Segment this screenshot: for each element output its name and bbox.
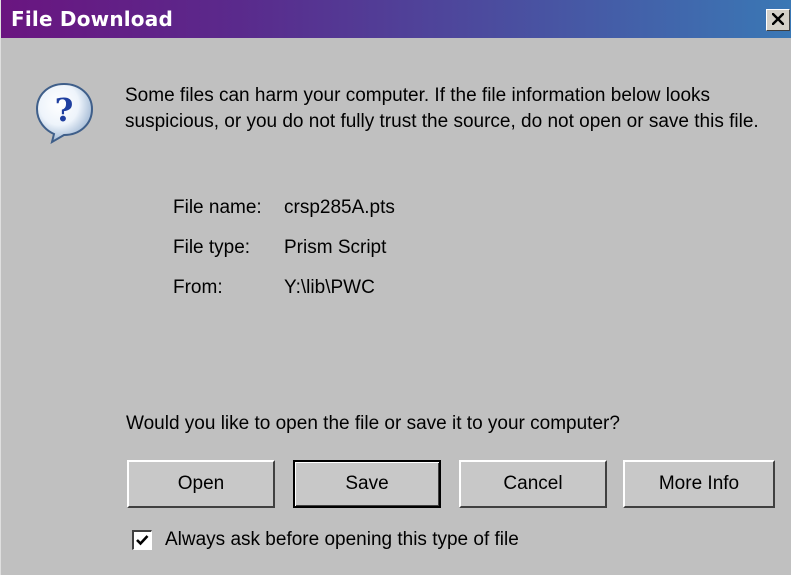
file-type-label: File type:	[173, 237, 251, 258]
open-button[interactable]: Open	[127, 460, 275, 508]
always-ask-label[interactable]: Always ask before opening this type of f…	[165, 527, 519, 553]
title-bar: File Download	[1, 0, 791, 38]
close-button[interactable]	[766, 9, 790, 31]
more-info-button[interactable]: More Info	[623, 460, 775, 508]
question-icon: ?	[34, 80, 98, 145]
checkmark-icon	[136, 535, 149, 546]
always-ask-checkbox[interactable]	[132, 530, 152, 550]
cancel-button[interactable]: Cancel	[459, 460, 607, 508]
warning-message: Some files can harm your computer. If th…	[125, 85, 759, 132]
from-value: Y:\lib\PWC	[284, 277, 375, 298]
dialog-title: File Download	[11, 7, 173, 31]
from-label: From:	[173, 277, 223, 298]
file-name-value: crsp285A.pts	[284, 197, 395, 218]
file-name-label: File name:	[173, 197, 262, 218]
close-icon	[771, 10, 785, 29]
svg-text:?: ?	[55, 91, 74, 129]
download-prompt: Would you like to open the file or save …	[126, 413, 620, 434]
file-type-value: Prism Script	[284, 237, 387, 258]
save-button[interactable]: Save	[293, 460, 441, 508]
file-download-dialog: File Download ? Some files can harm your…	[0, 0, 791, 575]
